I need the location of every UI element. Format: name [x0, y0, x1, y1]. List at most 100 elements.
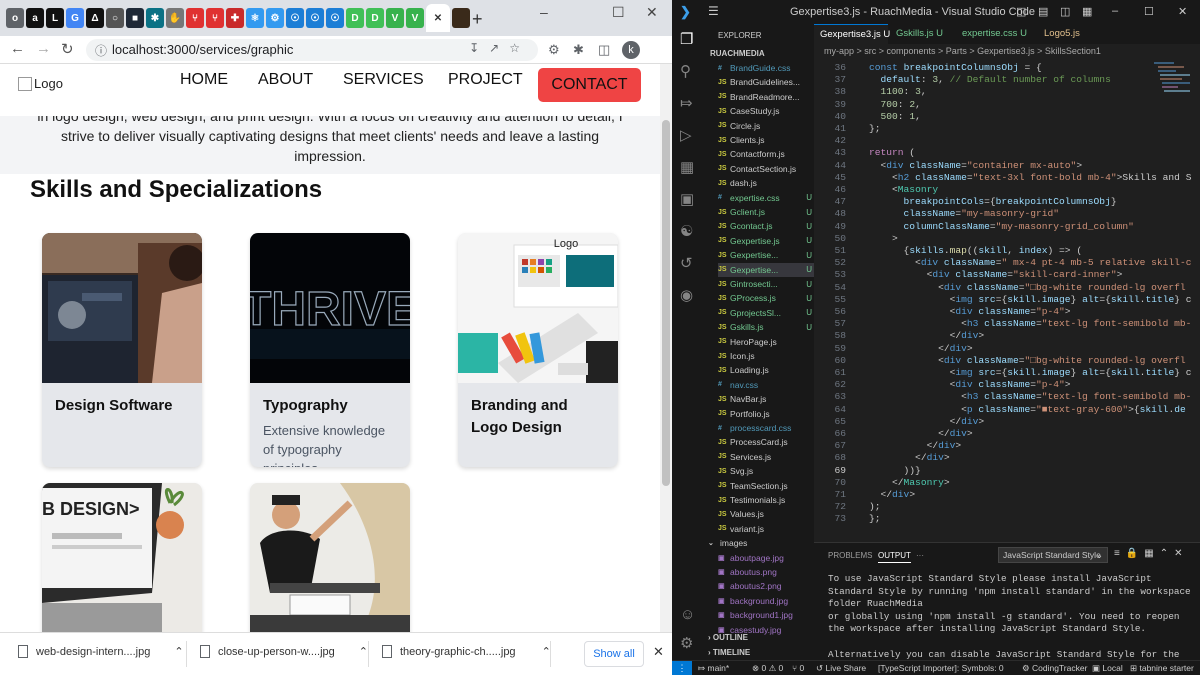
explorer-file-item[interactable]: JS HeroPage.js — [718, 335, 814, 349]
explorer-file-item[interactable]: # nav.css — [718, 378, 814, 392]
new-tab-button[interactable]: + — [472, 9, 483, 30]
explorer-file-item[interactable]: JS Gclient.js U — [718, 205, 814, 219]
close-tab-icon[interactable]: ✕ — [434, 13, 442, 24]
explorer-file-item[interactable]: ▣ aboutus.png — [718, 565, 814, 579]
ts-importer-status[interactable]: [TypeScript Importer]: Symbols: 0 — [878, 663, 1004, 673]
code-line[interactable]: <div className="□bg-white rounded-lg ove… — [869, 282, 1186, 294]
download-item[interactable]: close-up-person-w....jpg ⌃ — [200, 645, 368, 658]
local-status[interactable]: ▣ Local — [1092, 663, 1123, 674]
browser-tab[interactable]: ☉ — [306, 8, 324, 28]
search-icon[interactable]: ⚲ — [680, 62, 691, 80]
extensions-icon[interactable]: ▦ — [680, 158, 694, 176]
explorer-file-item[interactable]: ▣ background1.jpg — [718, 608, 814, 622]
code-line[interactable]: <Masonry — [869, 184, 938, 196]
code-line[interactable]: <h3 className="text-lg font-semibold mb- — [869, 318, 1191, 330]
explorer-file-item[interactable]: JS Testimonials.js — [718, 493, 814, 507]
extension-icon[interactable]: ⚙ — [548, 42, 560, 58]
browser-tab[interactable]: ☉ — [326, 8, 344, 28]
explorer-file-item[interactable]: JS Gexpertise... U — [718, 248, 814, 262]
forward-icon[interactable]: → — [36, 40, 51, 57]
explorer-file-item[interactable]: JS ProcessCard.js — [718, 435, 814, 449]
editor-tab[interactable]: expertise.css U — [956, 24, 1036, 44]
skill-card-design-software[interactable]: Design Software — [42, 233, 202, 467]
browser-tab[interactable]: a — [26, 8, 44, 28]
explorer-file-item[interactable]: JS GProcess.js U — [718, 291, 814, 305]
code-line[interactable]: <div className="p-4"> — [869, 306, 1071, 318]
browser-tab[interactable]: ⚛ — [246, 8, 264, 28]
github-icon[interactable]: ◉ — [680, 286, 693, 304]
layout-split-icon[interactable]: ◫ — [1060, 5, 1070, 18]
source-control-icon[interactable]: ⤇ — [680, 94, 693, 112]
tab-problems[interactable]: PROBLEMS — [828, 551, 872, 560]
browser-tab[interactable]: V — [406, 8, 424, 28]
layout-panel-icon[interactable]: ▤ — [1038, 5, 1048, 18]
explorer-file-item[interactable]: JS Icon.js — [718, 349, 814, 363]
explorer-file-item[interactable]: JS BrandGuidelines... — [718, 75, 814, 89]
chevron-up-icon[interactable]: ⌃ — [174, 645, 183, 658]
contact-button[interactable]: CONTACT — [538, 68, 641, 102]
code-line[interactable]: <img src={skill.image} alt={skill.title}… — [869, 367, 1192, 379]
settings-gear-icon[interactable]: ⚙ — [680, 634, 693, 652]
code-line[interactable]: breakpointCols={breakpointColumnsObj} — [869, 196, 1117, 208]
explorer-file-item[interactable]: JS BrandReadmore... — [718, 90, 814, 104]
code-line[interactable]: <div className=" mx-4 pt-4 mb-5 relative… — [869, 257, 1191, 269]
code-line[interactable]: </div> — [869, 440, 962, 452]
show-all-button[interactable]: Show all — [584, 641, 644, 667]
puzzle-extensions-icon[interactable]: ✱ — [573, 42, 584, 58]
reload-icon[interactable]: ↻ — [61, 40, 74, 58]
explorer-file-item[interactable]: JS variant.js — [718, 522, 814, 536]
code-line[interactable]: <h3 className="text-lg font-semibold mb- — [869, 391, 1191, 403]
browser-tab[interactable]: L — [46, 8, 64, 28]
code-line[interactable]: }; — [869, 513, 881, 525]
browser-tab[interactable]: ✚ — [226, 8, 244, 28]
browser-tab[interactable]: D — [366, 8, 384, 28]
scrollbar-thumb[interactable] — [662, 120, 670, 486]
code-line[interactable]: </div> — [869, 452, 950, 464]
close-download-bar-icon[interactable]: ✕ — [653, 644, 664, 660]
editor-tab[interactable]: Gexpertise3.js U — [814, 24, 890, 44]
minimap[interactable] — [1154, 62, 1194, 122]
code-line[interactable]: </div> — [869, 428, 973, 440]
output-channel-select[interactable]: JavaScript Standard Style ⌄ — [998, 547, 1108, 563]
customize-layout-icon[interactable]: ▦ — [1082, 5, 1092, 18]
explorer-file-item[interactable]: JS CaseStudy.js — [718, 104, 814, 118]
explorer-file-item[interactable]: JS dash.js — [718, 176, 814, 190]
explorer-file-item[interactable]: # processcard.css — [718, 421, 814, 435]
omnibox-actions[interactable]: ↧↗☆ — [469, 41, 530, 55]
browser-tab[interactable]: ⚙ — [266, 8, 284, 28]
maximize-button[interactable]: ☐ — [1144, 5, 1154, 18]
chevron-up-icon[interactable]: ⌃ — [359, 645, 368, 658]
explorer-file-item[interactable]: # BrandGuide.css — [718, 61, 814, 75]
nav-project[interactable]: PROJECT — [448, 71, 523, 89]
browser-tab[interactable]: ○ — [106, 8, 124, 28]
tabnine-status[interactable]: ⊞ tabnine starter — [1130, 663, 1194, 674]
code-line[interactable]: 1100: 3, — [869, 86, 927, 98]
editor-tab[interactable]: Gskills.js U — [890, 24, 954, 44]
favicon-tab[interactable] — [452, 8, 470, 28]
live-share-status[interactable]: ↺ Live Share — [816, 663, 866, 674]
account-icon[interactable]: ☺ — [680, 606, 695, 623]
browser-tab[interactable]: Δ — [86, 8, 104, 28]
explorer-file-item[interactable]: ▣ aboutpage.jpg — [718, 551, 814, 565]
code-line[interactable]: default: 3, // Default number of columns — [869, 74, 1111, 86]
nav-services[interactable]: SERVICES — [343, 71, 424, 89]
explorer-file-item[interactable]: JS Services.js — [718, 450, 814, 464]
site-info-icon[interactable]: ⓘ — [95, 42, 107, 59]
nav-home[interactable]: HOME — [180, 71, 228, 89]
browser-tab[interactable]: ⑂ — [206, 8, 224, 28]
browser-tab[interactable]: ⑂ — [186, 8, 204, 28]
browser-tab[interactable]: ✋ — [166, 8, 184, 28]
code-line[interactable]: {skills.map((skill, index) => ( — [869, 245, 1083, 257]
code-line[interactable]: </div> — [869, 489, 916, 501]
code-line[interactable]: 500: 1, — [869, 111, 921, 123]
explorer-file-item[interactable]: JS Loading.js — [718, 363, 814, 377]
tab-output[interactable]: OUTPUT — [878, 551, 911, 563]
back-icon[interactable]: ← — [10, 40, 25, 57]
url-input[interactable]: ⓘ localhost:3000/services/graphic ↧↗☆ — [86, 39, 538, 61]
ports-indicator[interactable]: ⑂ 0 — [792, 663, 804, 673]
explorer-file-item[interactable]: JS Gcontact.js U — [718, 219, 814, 233]
skill-card-print-design[interactable] — [250, 483, 410, 632]
code-line[interactable]: </div> — [869, 416, 985, 428]
site-logo[interactable]: Logo — [18, 76, 63, 91]
run-debug-icon[interactable]: ▷ — [680, 126, 692, 144]
